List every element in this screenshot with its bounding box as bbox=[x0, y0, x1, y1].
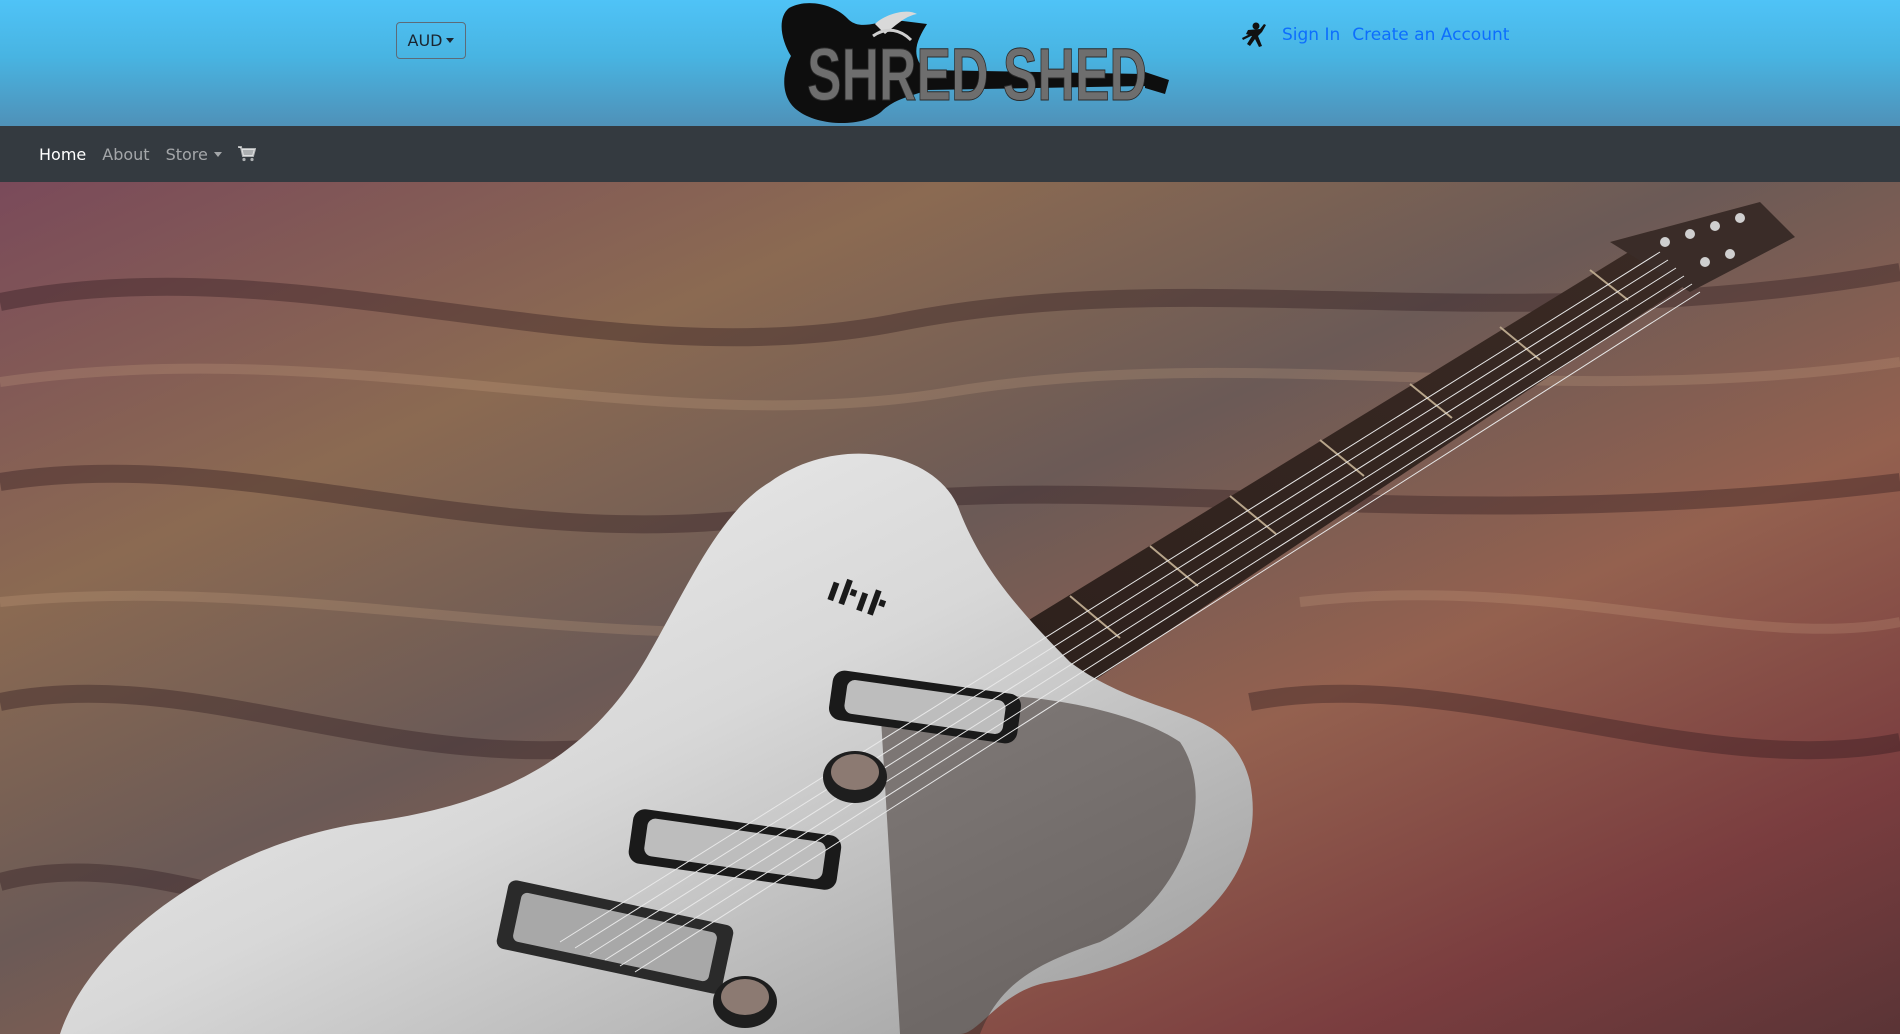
chevron-down-icon bbox=[446, 38, 455, 43]
site-header: AUD SHRED SHED Sign In Create an Account bbox=[0, 0, 1900, 126]
nav-about[interactable]: About bbox=[102, 145, 149, 164]
chevron-down-icon bbox=[213, 151, 222, 157]
site-logo[interactable]: SHRED SHED bbox=[777, 0, 1173, 126]
guitar-photo: ıŀıŀ bbox=[0, 182, 1900, 1034]
nav-home[interactable]: Home bbox=[39, 145, 86, 164]
logo-text: SHRED SHED bbox=[807, 33, 1147, 116]
main-navbar: Home About Store bbox=[0, 126, 1900, 182]
account-links: Sign In Create an Account bbox=[1240, 20, 1509, 50]
hero-image: ıŀıŀ bbox=[0, 182, 1900, 1034]
nav-store-dropdown[interactable]: Store bbox=[166, 145, 222, 164]
sign-in-link[interactable]: Sign In bbox=[1282, 25, 1340, 45]
cart-icon bbox=[237, 146, 256, 162]
nav-items: Home About Store bbox=[39, 145, 272, 164]
guitar-logo-image: SHRED SHED bbox=[781, 3, 1169, 124]
create-account-link[interactable]: Create an Account bbox=[1352, 25, 1509, 45]
currency-dropdown[interactable]: AUD bbox=[396, 22, 466, 59]
cart-link[interactable] bbox=[237, 146, 256, 162]
currency-label: AUD bbox=[407, 31, 443, 50]
nav-store-label: Store bbox=[165, 144, 208, 164]
guitarist-silhouette-icon bbox=[1242, 22, 1266, 47]
